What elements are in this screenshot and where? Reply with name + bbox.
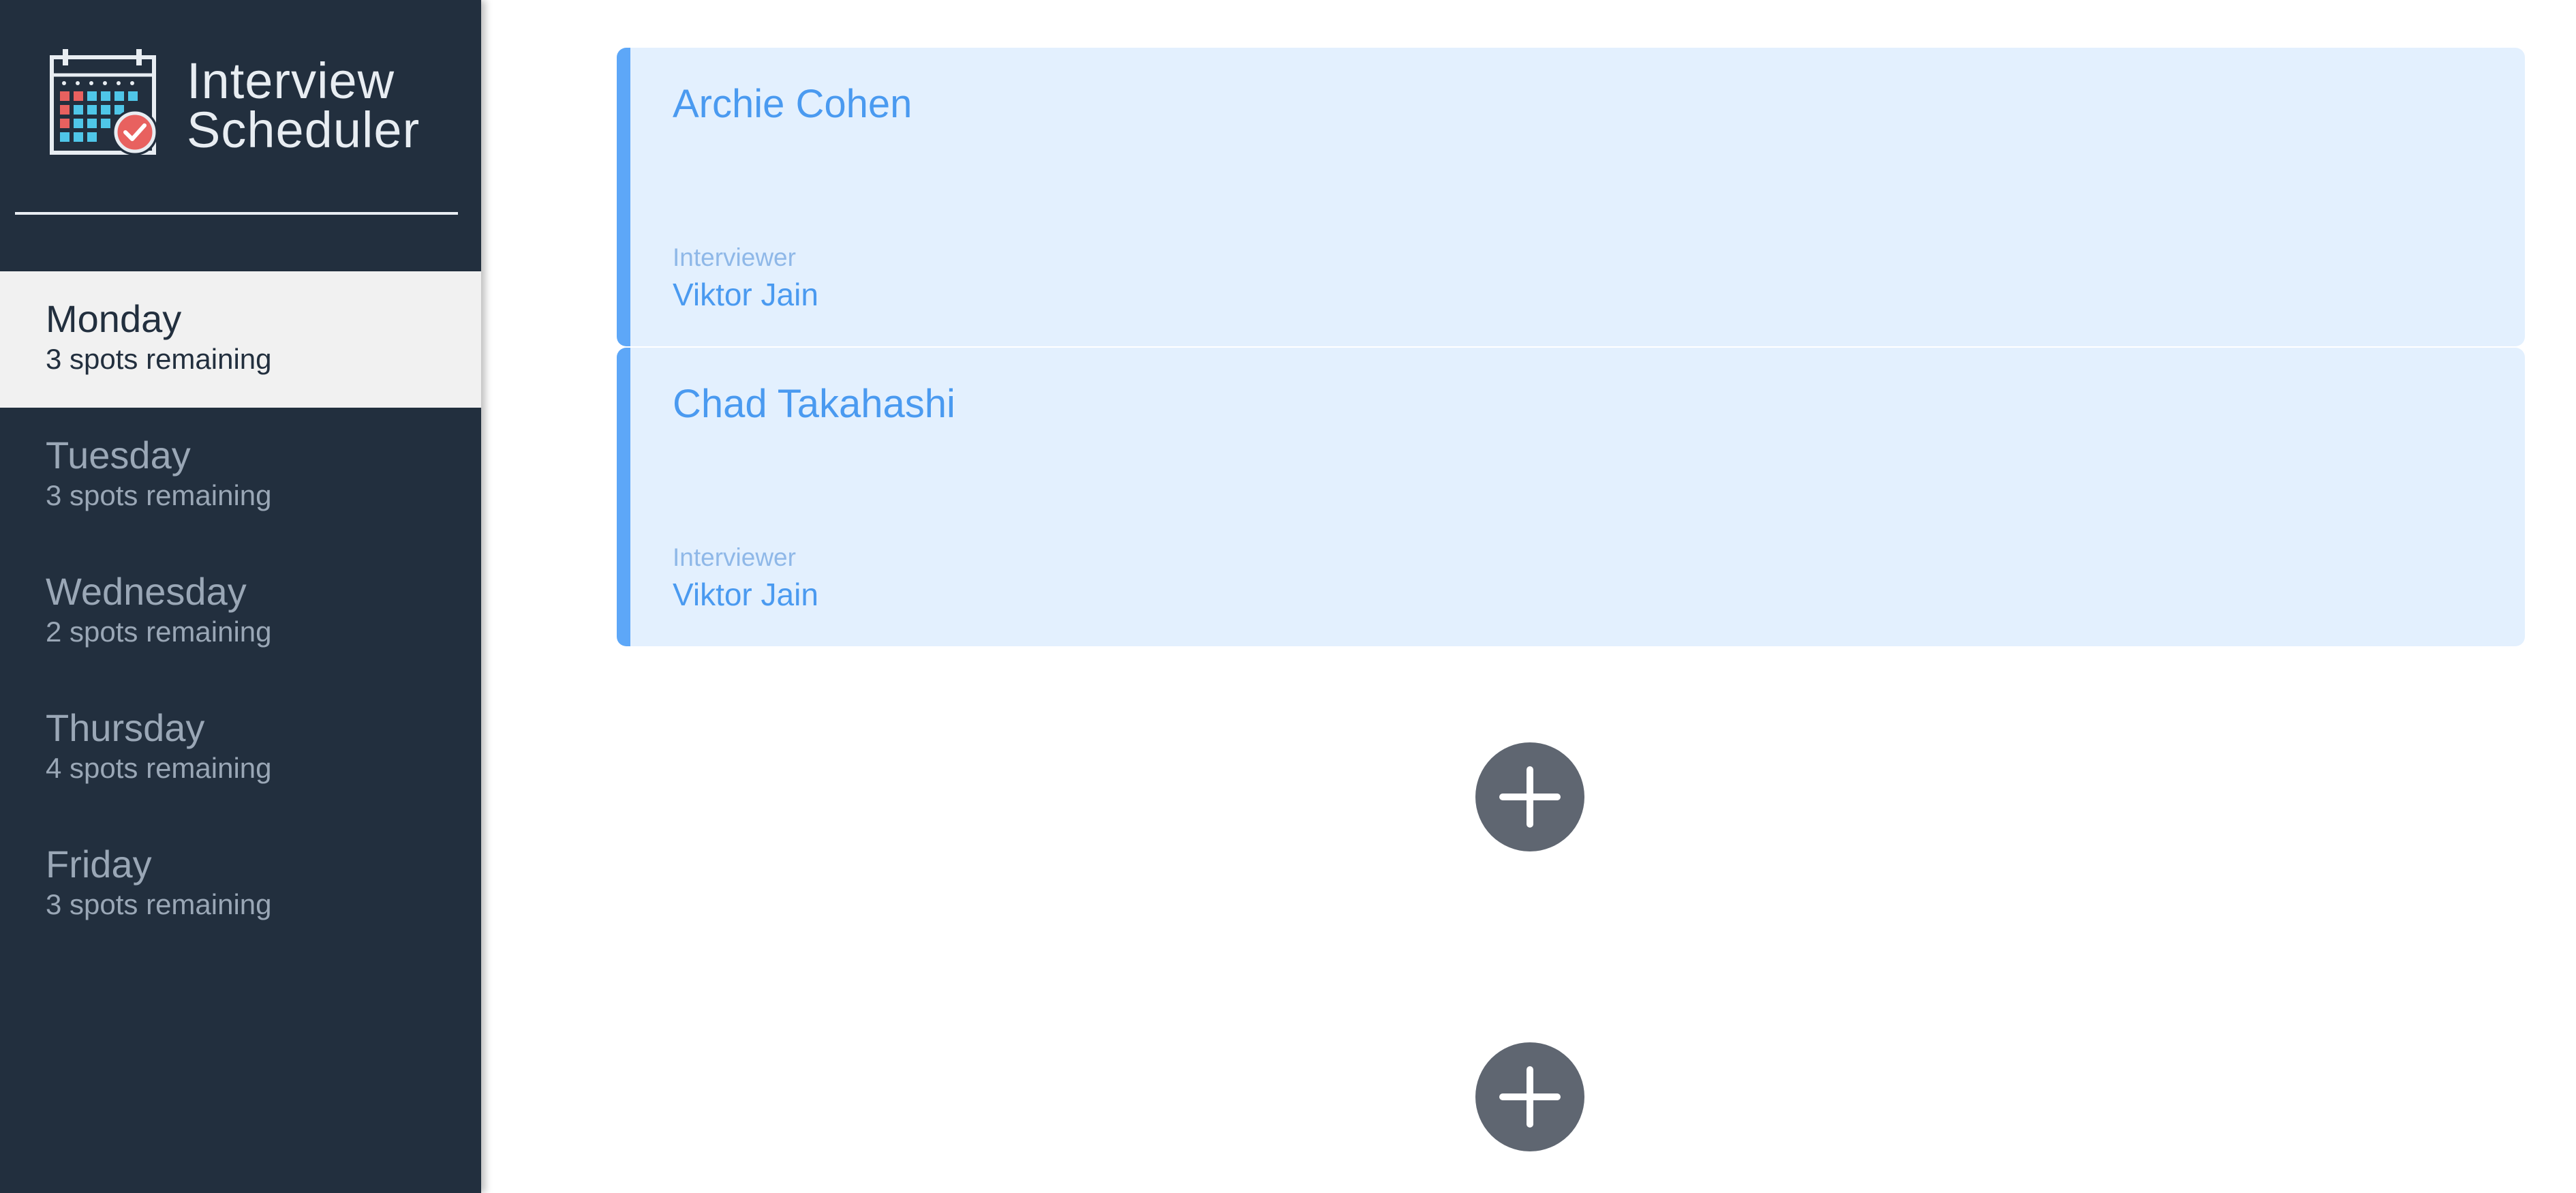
appointment-card[interactable]: Archie Cohen Interviewer Viktor Jain	[617, 48, 2525, 346]
day-item-thursday[interactable]: Thursday 4 spots remaining	[0, 680, 481, 817]
calendar-check-icon	[50, 49, 158, 155]
day-name: Thursday	[46, 706, 205, 749]
day-name: Tuesday	[46, 434, 191, 477]
day-item-tuesday[interactable]: Tuesday 3 spots remaining	[0, 408, 481, 544]
day-name: Monday	[46, 297, 182, 340]
app-root: Interview Scheduler Monday 3 spots remai…	[0, 0, 2576, 1193]
day-spots-remaining: 3 spots remaining	[46, 888, 272, 920]
app-title-line1: Interview	[187, 52, 395, 109]
day-spots-remaining: 4 spots remaining	[46, 752, 272, 784]
day-spots-remaining: 2 spots remaining	[46, 616, 272, 648]
sidebar-divider	[15, 212, 458, 215]
add-appointment-button[interactable]	[1475, 742, 1584, 851]
student-name: Chad Takahashi	[673, 382, 955, 426]
day-item-friday[interactable]: Friday 3 spots remaining	[0, 817, 481, 953]
student-name: Archie Cohen	[673, 82, 913, 126]
plus-icon	[1499, 1066, 1561, 1128]
day-item-wednesday[interactable]: Wednesday 2 spots remaining	[0, 544, 481, 680]
plus-icon	[1499, 766, 1561, 828]
day-spots-remaining: 3 spots remaining	[46, 479, 272, 511]
interviewer-name: Viktor Jain	[673, 277, 818, 312]
brand: Interview Scheduler	[48, 48, 420, 164]
day-name: Wednesday	[46, 570, 247, 613]
appointment-card[interactable]: Chad Takahashi Interviewer Viktor Jain	[617, 348, 2525, 646]
sidebar: Interview Scheduler Monday 3 spots remai…	[0, 0, 481, 1193]
day-name: Friday	[46, 843, 152, 886]
day-list: Monday 3 spots remaining Tuesday 3 spots…	[0, 271, 481, 953]
app-title: Interview Scheduler	[187, 52, 420, 158]
add-appointment-button[interactable]	[1475, 1042, 1584, 1151]
day-spots-remaining: 3 spots remaining	[46, 343, 272, 375]
day-item-monday[interactable]: Monday 3 spots remaining	[0, 271, 481, 408]
app-title-line2: Scheduler	[187, 102, 420, 158]
interviewer-name: Viktor Jain	[673, 577, 818, 612]
schedule: Archie Cohen Interviewer Viktor Jain Cha…	[617, 0, 2525, 1193]
interviewer-label: Interviewer	[673, 243, 796, 271]
interviewer-label: Interviewer	[673, 543, 796, 571]
